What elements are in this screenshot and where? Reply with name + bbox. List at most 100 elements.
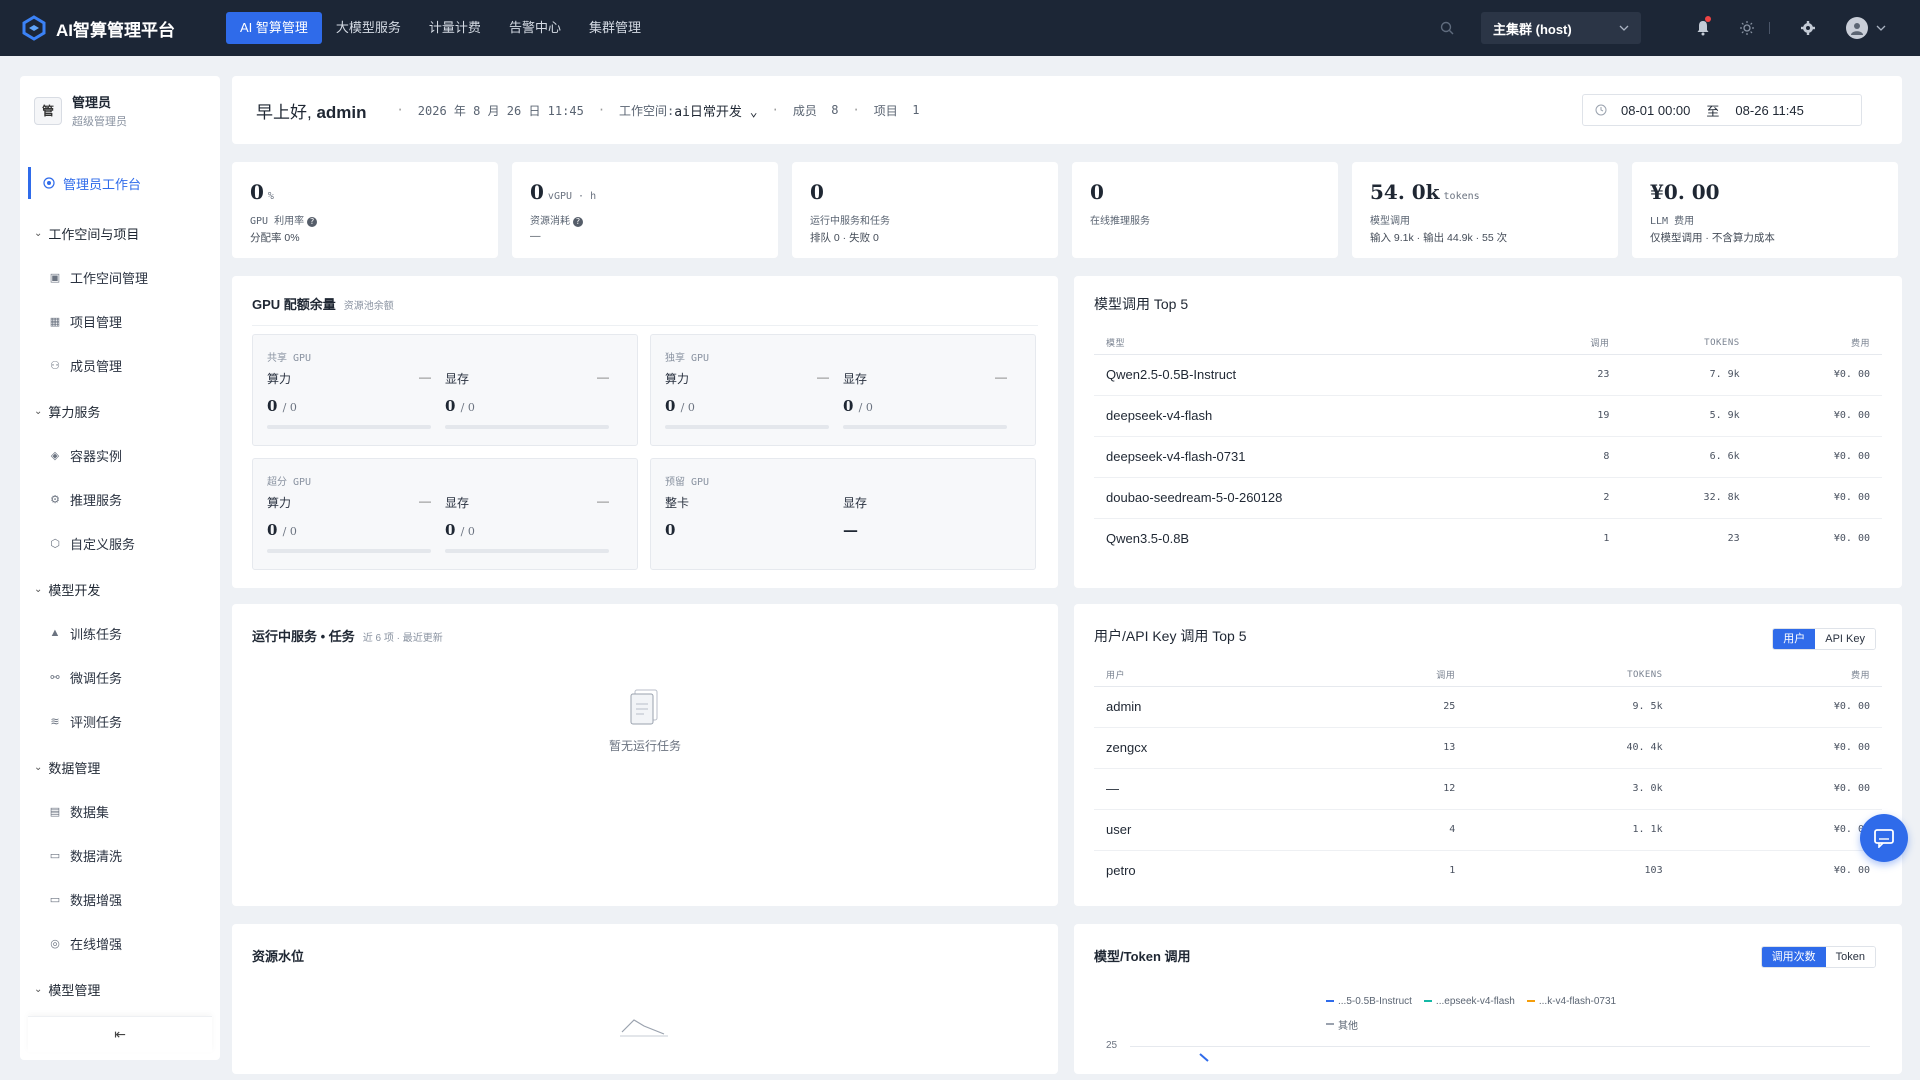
legend-item[interactable]: ...k-v4-flash-0731 <box>1526 996 1616 1007</box>
table-cell: 6. 6k <box>1621 436 1752 478</box>
legend-item[interactable]: ...epseek-v4-flash <box>1423 996 1515 1007</box>
table-row[interactable]: admin 25 9. 5k ¥0. 00 <box>1094 686 1882 728</box>
sidebar-group[interactable]: ⌄ 模型管理 <box>20 977 220 1001</box>
table-row[interactable]: doubao-seedream-5-0-260128 2 32. 8k ¥0. 00 <box>1094 477 1882 519</box>
table-row[interactable]: petro 1 103 ¥0. 00 <box>1094 850 1882 891</box>
stat-card: 0 在线推理服务 <box>1072 162 1338 258</box>
legend-item[interactable]: 其他 <box>1326 1017 1358 1032</box>
help-icon[interactable]: ? <box>307 217 318 227</box>
stat-card: 0 vGPU · h 资源消耗? — <box>512 162 778 258</box>
calls-token-toggle: 调用次数 Token <box>1760 946 1876 968</box>
brand[interactable]: AI智算管理平台 <box>20 14 206 42</box>
gpu-quota-box: 预留 GPU 整卡 0 显存 — <box>650 458 1036 570</box>
table-row[interactable]: deepseek-v4-flash 19 5. 9k ¥0. 00 <box>1094 395 1882 437</box>
quota-bar <box>267 549 431 553</box>
sidebar-item[interactable]: ⬡ 自定义服务 <box>20 531 220 555</box>
settings-gear-icon[interactable] <box>1770 0 1846 56</box>
menu-icon: ◎ <box>50 937 60 950</box>
sidebar-item[interactable]: ⚙ 推理服务 <box>20 487 220 511</box>
date-range-picker[interactable]: 08-01 00:00 至 08-26 11:45 <box>1582 94 1862 126</box>
sidebar-item[interactable]: ▭ 数据清洗 <box>20 843 220 867</box>
table-row[interactable]: Qwen2.5-0.5B-Instruct 23 7. 9k ¥0. 00 <box>1094 354 1882 396</box>
avatar <box>1846 17 1868 39</box>
search-icon[interactable] <box>1425 0 1469 56</box>
sidebar-item[interactable]: ▣ 工作空间管理 <box>20 265 220 289</box>
column-header: 调用 <box>1318 664 1468 687</box>
table-cell: 40. 4k <box>1467 727 1675 769</box>
stat-sub: 输入 9.1k · 输出 44.9k · 55 次 <box>1370 232 1508 244</box>
toggle-token[interactable]: Token <box>1825 947 1875 967</box>
clock-icon <box>1595 104 1607 116</box>
sidebar-group[interactable]: ⌄ 算力服务 <box>20 399 220 423</box>
chevron-down-icon: ⌄ <box>34 761 43 773</box>
y-tick: 25 <box>1106 1040 1118 1051</box>
top-nav-item[interactable]: AI 智算管理 <box>226 12 322 44</box>
sidebar-item[interactable]: ▦ 项目管理 <box>20 309 220 333</box>
user-menu[interactable] <box>1846 17 1886 39</box>
date-end[interactable]: 08-26 11:45 <box>1735 103 1803 118</box>
sidebar-item-label: 容器实例 <box>70 448 123 464</box>
toggle-call-count[interactable]: 调用次数 <box>1761 947 1826 967</box>
quota-dash: — <box>817 370 829 384</box>
sidebar-item[interactable]: ⚇ 成员管理 <box>20 353 220 377</box>
menu-icon: ⚇ <box>50 359 60 372</box>
quota-value: 0 <box>665 521 676 539</box>
quota-total: / 0 <box>460 525 475 538</box>
menu-icon: ◈ <box>50 449 60 462</box>
table-cell: deepseek-v4-flash-0731 <box>1094 436 1529 478</box>
table-row[interactable]: deepseek-v4-flash-0731 8 6. 6k ¥0. 00 <box>1094 436 1882 478</box>
top-nav-item[interactable]: 集群管理 <box>575 12 655 44</box>
collapse-sidebar-button[interactable]: ⇤ <box>28 1016 212 1052</box>
top-nav-item[interactable]: 计量计费 <box>415 12 495 44</box>
table-row[interactable]: —12 3. 0k ¥0. 00 <box>1094 768 1882 810</box>
date-start[interactable]: 08-01 00:00 <box>1621 103 1690 118</box>
sidebar-group[interactable]: ⌄ 数据管理 <box>20 755 220 779</box>
menu-icon: ⚙ <box>50 493 60 506</box>
sidebar-item[interactable]: ▤ 数据集 <box>20 799 220 823</box>
table-cell: admin <box>1094 686 1319 728</box>
top-nav-item[interactable]: 告警中心 <box>495 12 575 44</box>
table-row[interactable]: zengcx 13 40. 4k ¥0. 00 <box>1094 727 1882 769</box>
sidebar-item-admin-workbench[interactable]: 管理员工作台 <box>28 167 220 199</box>
stat-label: 在线推理服务 <box>1090 216 1150 227</box>
empty-chart-icon <box>620 1019 668 1037</box>
stat-card: 0 运行中服务和任务 排队 0 · 失败 0 <box>792 162 1058 258</box>
top-nav-item[interactable]: 大模型服务 <box>322 12 415 44</box>
sidebar-group-label: 工作空间与项目 <box>48 226 140 242</box>
stat-unit: vGPU · h <box>547 191 597 202</box>
date-separator: 至 <box>1706 103 1720 119</box>
top-nav: AI 智算管理 大模型服务 计量计费 告警中心 集群管理 <box>226 12 655 44</box>
sidebar-item[interactable]: ▭ 数据增强 <box>20 887 220 911</box>
sidebar-item[interactable]: ▲ 训练任务 <box>20 621 220 645</box>
stat-value: 54. 0k <box>1370 180 1440 204</box>
chat-assistant-button[interactable] <box>1860 814 1908 862</box>
sidebar-group-label: 模型开发 <box>48 582 101 598</box>
toggle-api-key[interactable]: API Key <box>1815 629 1875 649</box>
sidebar-item[interactable]: ⚯ 微调任务 <box>20 665 220 689</box>
sidebar-item[interactable]: ◎ 在线增强 <box>20 931 220 955</box>
table-cell: 25 <box>1318 686 1468 728</box>
sidebar-item[interactable]: ≋ 评测任务 <box>20 709 220 733</box>
legend-item[interactable]: ...5-0.5B-Instruct <box>1326 996 1412 1007</box>
notification-bell-icon[interactable] <box>1681 0 1725 56</box>
legend-swatch <box>1326 1023 1334 1025</box>
sidebar-item[interactable]: ◈ 容器实例 <box>20 443 220 467</box>
user-apikey-toggle: 用户 API Key <box>1772 628 1876 650</box>
cluster-select[interactable]: 主集群 (host) <box>1481 12 1641 44</box>
quota-total: / 0 <box>680 401 695 414</box>
gpu-box-title: 共享 GPU <box>267 353 312 364</box>
sidebar-item-label: 训练任务 <box>70 626 123 642</box>
table-cell: ¥0. 00 <box>1674 727 1882 769</box>
theme-sun-icon[interactable] <box>1725 0 1769 56</box>
sidebar-group[interactable]: ⌄ 工作空间与项目 <box>20 221 220 245</box>
help-icon[interactable]: ? <box>573 217 583 227</box>
notification-dot <box>1705 16 1711 22</box>
table-cell: 1. 1k <box>1467 809 1675 851</box>
menu-icon: ▤ <box>49 805 61 818</box>
column-header: 模型 <box>1094 332 1529 355</box>
table-row[interactable]: Qwen3.5-0.8B 1 23 ¥0. 00 <box>1094 518 1882 559</box>
toggle-user[interactable]: 用户 <box>1773 629 1816 649</box>
table-row[interactable]: user 4 1. 1k ¥0. 00 <box>1094 809 1882 851</box>
sidebar-group[interactable]: ⌄ 模型开发 <box>20 577 220 601</box>
workspace-select[interactable]: ai日常开发 ⌄ <box>674 101 757 120</box>
